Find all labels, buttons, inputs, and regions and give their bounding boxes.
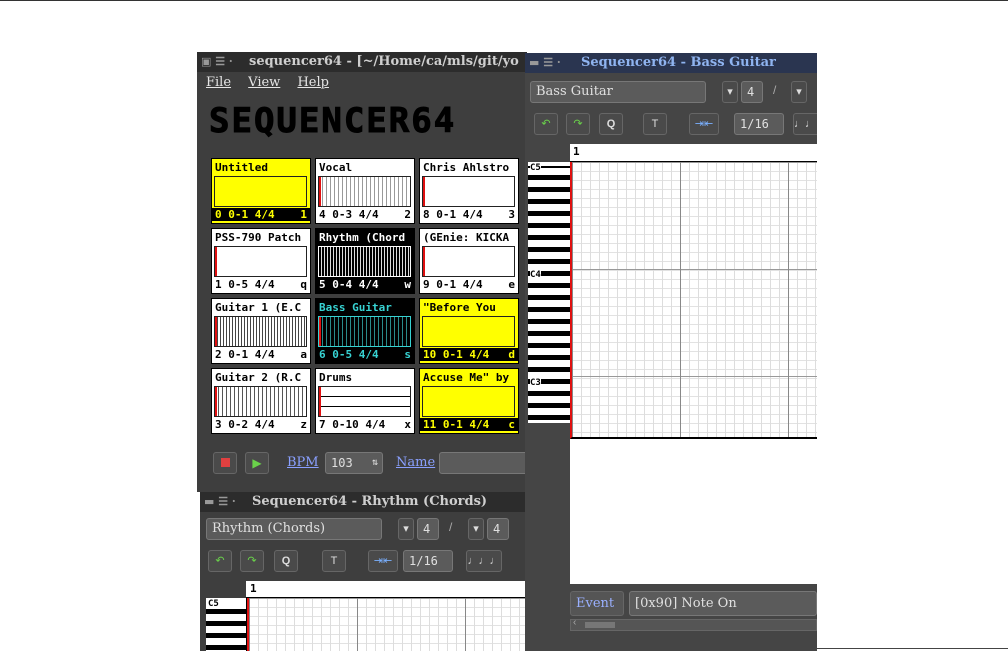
bass-velocity-area[interactable] [570, 439, 817, 584]
slot-pss-790-patch[interactable]: PSS-790 Patch 1 0-5 4/4 q [211, 228, 311, 294]
sequence-name-field[interactable]: Rhythm (Chords) [206, 518, 382, 540]
stop-button[interactable] [213, 452, 237, 474]
menu-view[interactable]: View [248, 75, 280, 90]
tools-button[interactable]: T [643, 113, 667, 135]
slot-vocal[interactable]: Vocal 4 0-3 4/4 2 [315, 158, 415, 224]
note-label-c4: C4 [530, 270, 541, 280]
desktop-line [817, 648, 1008, 649]
sequence-name-field[interactable]: Bass Guitar [530, 81, 706, 103]
beats-field[interactable]: 4 [417, 518, 439, 540]
redo-button[interactable]: ↷ [566, 113, 590, 135]
menu-help[interactable]: Help [297, 75, 329, 90]
slash-separator: / [449, 520, 453, 534]
snap-field[interactable]: 1/16 [403, 550, 453, 572]
beats-down-button[interactable]: ▾ [722, 81, 738, 103]
window-menu-icon[interactable]: ▣ ☰ · [197, 52, 249, 72]
tools-button[interactable]: T [322, 550, 346, 572]
bass-titlebar[interactable]: ▬ ☰ · Sequencer64 - Bass Guitar [525, 53, 817, 73]
event-label: Event [570, 591, 624, 616]
slot-preview [214, 176, 307, 207]
bass-window: ▬ ☰ · Sequencer64 - Bass Guitar Bass Guit… [525, 53, 817, 651]
slot-preview [214, 316, 307, 347]
scroll-left-icon[interactable]: ‹ [573, 617, 576, 628]
note-length-button[interactable]: ♩♩♩ [466, 550, 502, 572]
undo-button[interactable]: ↶ [534, 113, 558, 135]
slot-preview [422, 176, 515, 207]
quantize-button[interactable]: Q [599, 113, 623, 135]
rhythm-title: Sequencer64 - Rhythm (Chords) [252, 494, 488, 509]
slot-preview [422, 246, 515, 277]
rhythm-titlebar[interactable]: ▬ ☰ · Sequencer64 - Rhythm (Chords) [200, 492, 528, 512]
scroll-thumb[interactable] [585, 622, 615, 628]
play-button[interactable]: ▶ [245, 452, 269, 474]
slot-guitar-2[interactable]: Guitar 2 (R.C 3 0-2 4/4 z [211, 368, 311, 434]
beat-width-field[interactable]: 4 [487, 518, 509, 540]
slot-preview [214, 386, 307, 417]
bass-time-ruler: 1 [570, 144, 817, 162]
slot-preview [318, 316, 411, 347]
beats-down-button[interactable]: ▾ [398, 518, 414, 540]
main-window: ▣ ☰ · sequencer64 - [~/Home/ca/mls/git/yo… [197, 52, 527, 492]
slot-preview [422, 386, 515, 417]
horizontal-scrollbar[interactable]: ‹ [570, 617, 817, 631]
sequencer64-logo: SEQUENCER64 [209, 102, 456, 140]
slot-before-you[interactable]: "Before You 10 0-1 4/4 d [419, 298, 519, 364]
event-selector[interactable]: [0x90] Note On [629, 591, 817, 616]
redo-button[interactable]: ↷ [240, 550, 264, 572]
note-label-c5: C5 [530, 163, 541, 173]
menu-file[interactable]: File [206, 75, 231, 90]
undo-button[interactable]: ↶ [208, 550, 232, 572]
slot-preview [422, 316, 515, 347]
slot-preview [318, 246, 411, 277]
rhythm-note-grid[interactable] [247, 598, 528, 651]
slot-preview [318, 176, 411, 207]
rhythm-note-label: C5 [208, 599, 219, 609]
main-titlebar[interactable]: ▣ ☰ · sequencer64 - [~/Home/ca/mls/git/yo [197, 52, 527, 72]
slot-rhythm-chords[interactable]: Rhythm (Chord 5 0-4 4/4 w [315, 228, 415, 294]
slot-bass-guitar[interactable]: Bass Guitar 6 0-5 4/4 s [315, 298, 415, 364]
spin-arrows-icon: ⇅ [371, 457, 378, 468]
slot-preview [214, 246, 307, 277]
slot-accuse-me[interactable]: Accuse Me" by 11 0-1 4/4 c [419, 368, 519, 434]
menubar: File View Help [197, 72, 527, 94]
slot-drums[interactable]: Drums 7 0-10 4/4 x [315, 368, 415, 434]
stop-icon [220, 458, 230, 467]
snap-button[interactable]: ⇥⇤ [368, 550, 398, 572]
slot-chris-ahlstro[interactable]: Chris Ahlstro 8 0-1 4/4 3 [419, 158, 519, 224]
top-border [0, 0, 1008, 1]
bpm-spinner[interactable]: 103 ⇅ [325, 452, 383, 474]
window-menu-icon[interactable]: ▬ ☰ · [200, 492, 252, 512]
rhythm-time-ruler: 1 [246, 581, 528, 598]
note-length-button[interactable]: ♩♩♩ [793, 113, 817, 135]
rhythm-window: ▬ ☰ · Sequencer64 - Rhythm (Chords) Rhyth… [200, 492, 528, 651]
snap-field[interactable]: 1/16 [734, 113, 784, 135]
slash-separator: / [773, 83, 777, 97]
beat-width-down-button[interactable]: ▾ [791, 81, 807, 103]
beats-field[interactable]: 4 [741, 81, 763, 103]
snap-button[interactable]: ⇥⇤ [689, 113, 719, 135]
play-icon: ▶ [252, 456, 262, 470]
slot-untitled[interactable]: Untitled 0 0-1 4/4 1 [211, 158, 311, 224]
window-menu-icon[interactable]: ▬ ☰ · [525, 53, 581, 73]
slot-guitar-1[interactable]: Guitar 1 (E.C 2 0-1 4/4 a [211, 298, 311, 364]
name-field[interactable] [439, 452, 527, 474]
beat-width-down-button[interactable]: ▾ [468, 518, 484, 540]
main-title: sequencer64 - [~/Home/ca/mls/git/yo [249, 54, 519, 69]
svg-text:SEQUENCER64: SEQUENCER64 [209, 102, 456, 140]
slot-genie-kicka[interactable]: (GEnie: KICKA 9 0-1 4/4 e [419, 228, 519, 294]
quantize-button[interactable]: Q [274, 550, 298, 572]
slot-preview [318, 386, 411, 417]
note-label-c3: C3 [530, 378, 541, 388]
bass-note-grid[interactable] [570, 162, 817, 439]
name-label: Name [396, 455, 436, 470]
bass-title: Sequencer64 - Bass Guitar [581, 55, 776, 70]
bpm-label: BPM [287, 455, 319, 470]
